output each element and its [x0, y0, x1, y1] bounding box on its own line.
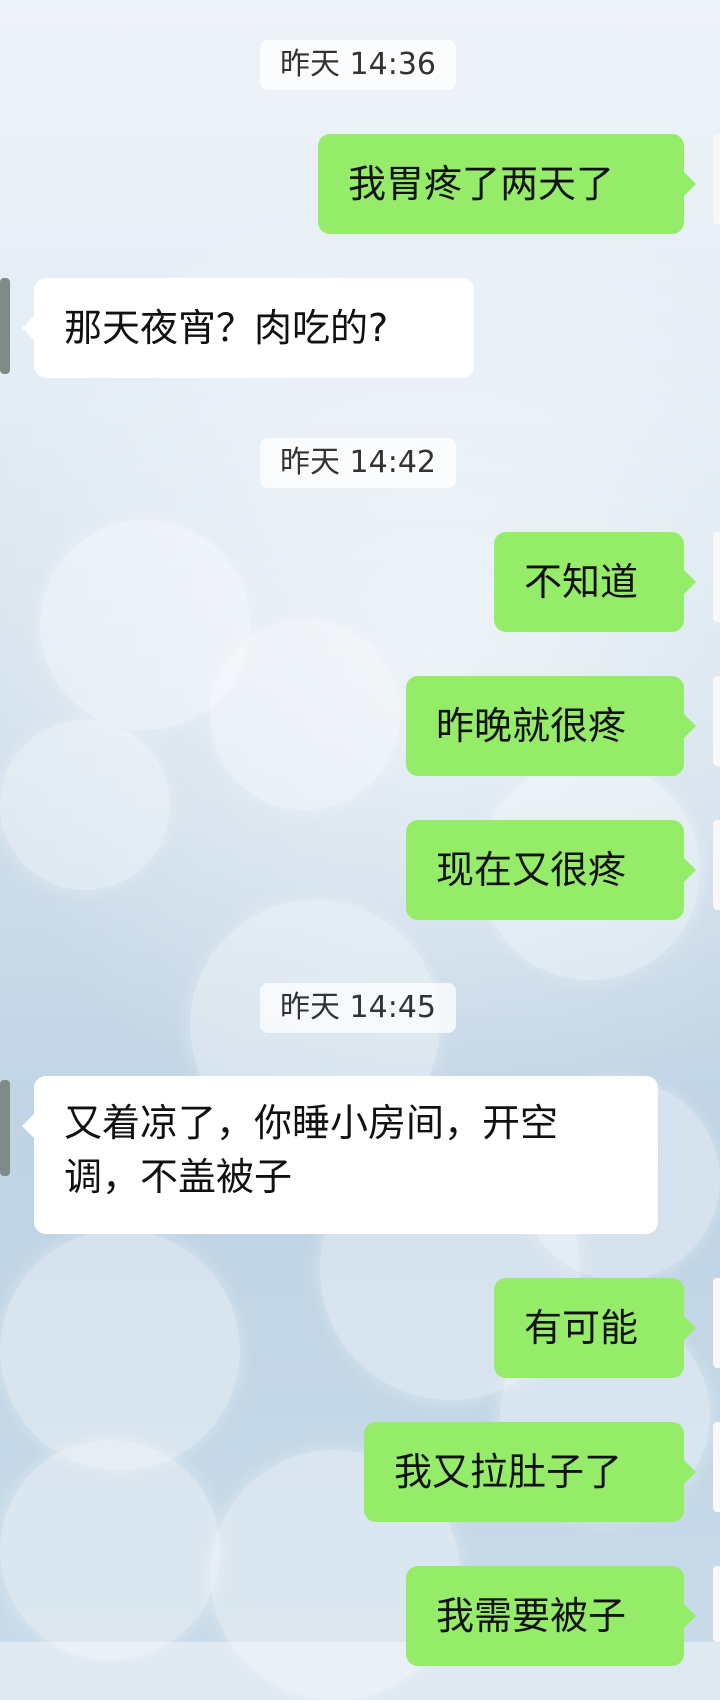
user-avatar[interactable] [713, 134, 720, 224]
message-text: 有可能 [524, 1306, 639, 1350]
message-text: 那天夜宵？肉吃的? [64, 306, 389, 350]
message-bubble[interactable]: 不知道 [494, 532, 696, 632]
timestamp: 昨天 14:42 [260, 438, 456, 488]
user-avatar[interactable] [713, 1278, 720, 1368]
user-avatar[interactable] [713, 676, 720, 766]
user-avatar[interactable] [713, 820, 720, 910]
bokeh-light [0, 720, 170, 890]
user-avatar[interactable] [713, 1566, 720, 1642]
message-bubble[interactable]: 我胃疼了两天了 [318, 134, 696, 234]
timestamp: 昨天 14:36 [260, 40, 456, 90]
bokeh-light [0, 1230, 240, 1470]
message-text: 又着凉了，你睡小房间，开空调，不盖被子 [64, 1101, 559, 1199]
bokeh-light [0, 1440, 220, 1660]
message-text: 现在又很疼 [436, 848, 627, 892]
message-text: 我需要被子 [436, 1594, 627, 1638]
bokeh-light [210, 620, 400, 810]
message-bubble[interactable]: 昨晚就很疼 [406, 676, 696, 776]
user-avatar[interactable] [713, 532, 720, 622]
message-bubble[interactable]: 有可能 [494, 1278, 696, 1378]
message-text: 我又拉肚子了 [394, 1450, 623, 1494]
contact-avatar[interactable] [0, 278, 10, 374]
message-text: 不知道 [524, 560, 639, 604]
message-bubble[interactable]: 我又拉肚子了 [364, 1422, 696, 1522]
timestamp: 昨天 14:45 [260, 983, 456, 1033]
message-bubble[interactable]: 又着凉了，你睡小房间，开空调，不盖被子 [22, 1076, 658, 1234]
message-bubble[interactable]: 那天夜宵？肉吃的? [22, 278, 474, 378]
message-bubble[interactable]: 现在又很疼 [406, 820, 696, 920]
contact-avatar[interactable] [0, 1080, 10, 1176]
user-avatar[interactable] [713, 1422, 720, 1512]
message-text: 昨晚就很疼 [436, 704, 627, 748]
message-bubble[interactable]: 我需要被子 [406, 1566, 696, 1666]
message-text: 我胃疼了两天了 [348, 162, 615, 206]
